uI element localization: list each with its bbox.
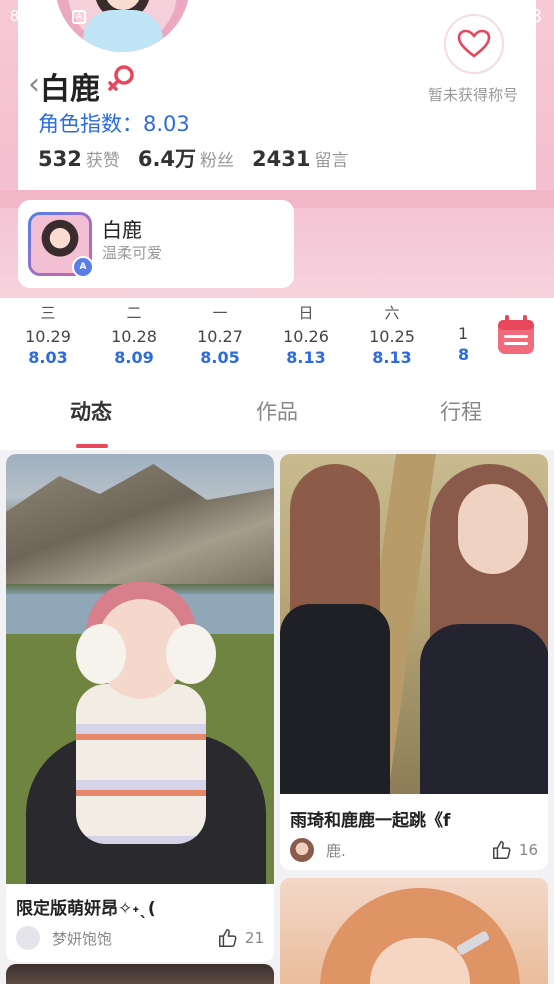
title-status: 暂未获得称号 (428, 86, 519, 104)
feed-card-meta: 鹿. 16 (290, 838, 538, 862)
tab-bar: 动态 作品 行程 (0, 376, 554, 450)
calendar-icon[interactable] (496, 314, 536, 356)
date-item[interactable]: 二 10.28 8.09 (104, 302, 164, 367)
profile-name: 白鹿 (40, 72, 100, 107)
heart-icon (457, 29, 491, 58)
like-count: 16 (518, 841, 538, 859)
tab-schedule[interactable]: 行程 (440, 396, 482, 426)
feed-card-meta: 梦妍饱饱 21 (16, 926, 264, 950)
thumbs-up-icon[interactable] (491, 839, 513, 861)
back-chevron-icon[interactable]: ‹ (28, 70, 40, 100)
feed-card[interactable]: 雨琦和鹿鹿一起跳《f 鹿. 16 (280, 454, 548, 870)
feed-card-title: 限定版萌妍昂✧˖ˎ( (16, 899, 156, 919)
feed-card-image (6, 964, 274, 984)
feed-card[interactable] (6, 964, 274, 984)
date-item[interactable]: 日 10.26 8.13 (276, 302, 336, 367)
feed-card-image (280, 878, 548, 984)
date-item[interactable]: 六 10.25 8.13 (362, 302, 422, 367)
role-name: 白鹿 (102, 218, 142, 242)
author-name[interactable]: 鹿. (326, 840, 491, 861)
feed-card-image (6, 454, 274, 884)
status-right-text: 8 (530, 6, 542, 27)
female-gender-icon (108, 65, 134, 91)
role-card[interactable]: A 白鹿 温柔可爱 (18, 200, 294, 288)
feed-card[interactable] (280, 878, 548, 984)
tab-active-indicator (76, 444, 108, 448)
feed-card-title: 雨琦和鹿鹿一起跳《f (290, 811, 451, 831)
date-score-strip: 三 10.29 8.03 二 10.28 8.09 一 10.27 8.05 日 10.26 8… (0, 298, 554, 376)
date-item[interactable]: 18 (448, 302, 478, 364)
feed-card-image (280, 454, 548, 794)
tab-dynamics[interactable]: 动态 (70, 396, 112, 426)
author-avatar[interactable] (16, 926, 40, 950)
like-count: 21 (244, 929, 264, 947)
role-index: 角色指数：8.03 (38, 112, 190, 136)
status-left-text: 8 (10, 8, 19, 25)
favorite-button[interactable] (444, 14, 504, 74)
author-avatar[interactable] (290, 838, 314, 862)
stat-fans[interactable]: 6.4万 粉丝 (138, 143, 234, 173)
profile-stats: 532 获赞 6.4万 粉丝 2431 留言 (38, 143, 349, 173)
date-item[interactable]: 一 10.27 8.05 (190, 302, 250, 367)
role-badge-icon: A (72, 256, 94, 278)
tab-works[interactable]: 作品 (256, 396, 298, 426)
stat-comments[interactable]: 2431 留言 (252, 146, 348, 171)
author-name[interactable]: 梦妍饱饱 (52, 928, 217, 949)
thumbs-up-icon[interactable] (217, 927, 239, 949)
role-desc: 温柔可爱 (102, 244, 163, 262)
status-app-icon: A (72, 10, 86, 24)
stat-likes: 532 获赞 (38, 147, 120, 171)
feed-card[interactable]: 限定版萌妍昂✧˖ˎ( 梦妍饱饱 21 (6, 454, 274, 962)
date-item[interactable]: 三 10.29 8.03 (18, 302, 78, 367)
